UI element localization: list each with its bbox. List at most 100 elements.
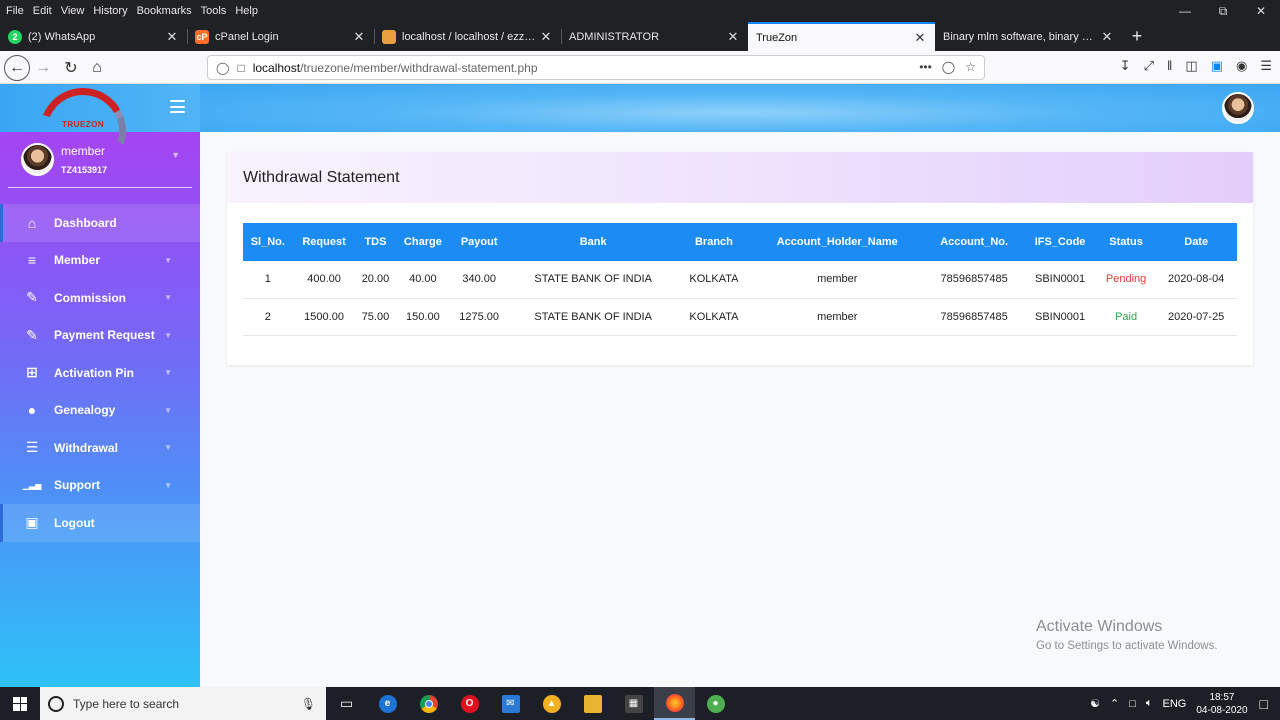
- menu-tools[interactable]: Tools: [201, 5, 227, 17]
- chevron-up-icon[interactable]: ⌃: [1110, 697, 1119, 710]
- close-icon[interactable]: ✕: [1100, 29, 1114, 45]
- sidebar-item-withdrawal[interactable]: ☰ Withdrawal ▼: [0, 429, 200, 467]
- sidebar-item-commission[interactable]: ✎ Commission ▼: [0, 279, 200, 317]
- download-icon[interactable]: ↧: [1120, 58, 1131, 74]
- expand-icon[interactable]: ⤢: [1144, 58, 1154, 74]
- more-actions-icon[interactable]: •••: [919, 60, 932, 74]
- column-header[interactable]: Request: [293, 223, 356, 261]
- chevron-down-icon: ▼: [171, 150, 180, 160]
- reload-button[interactable]: ↻: [58, 55, 84, 81]
- task-view-icon[interactable]: ▭: [326, 687, 367, 720]
- column-header[interactable]: Charge: [395, 223, 450, 261]
- microphone-icon[interactable]: 🎙︎: [301, 697, 316, 711]
- start-button[interactable]: [0, 687, 40, 720]
- clock-date: 04-08-2020: [1196, 704, 1248, 716]
- taskbar-search[interactable]: Type here to search 🎙︎: [40, 687, 326, 720]
- pocket-icon[interactable]: ◯: [942, 60, 955, 74]
- address-bar[interactable]: ◯ □ localhost/truezone/member/withdrawal…: [207, 55, 985, 80]
- sidebar-item-support[interactable]: ▁▃▅ Support ▼: [0, 467, 200, 505]
- browser-menubar: File Edit View History Bookmarks Tools Help: [0, 0, 1280, 22]
- network-icon[interactable]: □: [1129, 698, 1136, 710]
- column-header[interactable]: Sl_No.: [243, 223, 293, 261]
- restore-button[interactable]: ⧉: [1204, 0, 1242, 22]
- column-header[interactable]: Account_Holder_Name: [750, 223, 925, 261]
- sidebar-item-activation-pin[interactable]: ⊞ Activation Pin ▼: [0, 354, 200, 392]
- library-icon[interactable]: ‖: [1167, 58, 1172, 74]
- column-header[interactable]: IFS_Code: [1023, 223, 1097, 261]
- close-icon[interactable]: ✕: [352, 29, 366, 45]
- close-icon[interactable]: ✕: [913, 30, 927, 46]
- header-avatar[interactable]: [1222, 92, 1254, 124]
- close-icon[interactable]: ✕: [165, 29, 179, 45]
- app-icon[interactable]: ▲: [531, 687, 572, 720]
- sidebar-toggle-icon[interactable]: ◫: [1185, 58, 1197, 74]
- close-window-button[interactable]: ✕: [1242, 0, 1280, 22]
- browser-tab[interactable]: ADMINISTRATOR ✕: [561, 22, 748, 51]
- table-cell: KOLKATA: [689, 310, 739, 323]
- home-icon[interactable]: ⌂: [84, 55, 110, 81]
- avatar: [21, 143, 54, 176]
- edge-icon[interactable]: e: [367, 687, 408, 720]
- home-icon: ⌂: [27, 214, 37, 231]
- menu-help[interactable]: Help: [235, 5, 258, 17]
- sidebar-item-dashboard[interactable]: ⌂ Dashboard: [0, 204, 200, 242]
- menu-bookmarks[interactable]: Bookmarks: [137, 5, 192, 17]
- table-cell: 150.00: [406, 310, 440, 323]
- menu-icon[interactable]: ☰: [1260, 58, 1272, 74]
- sidebar-item-genealogy[interactable]: ● Genealogy ▼: [0, 392, 200, 430]
- table-cell: SBIN0001: [1034, 310, 1086, 323]
- browser-tab[interactable]: TrueZon ✕: [748, 22, 935, 51]
- store-icon[interactable]: ▦: [613, 687, 654, 720]
- main-content: Withdrawal Statement Sl_No. Request TDS Cha…: [200, 132, 1280, 687]
- tab-title: TrueZon: [756, 31, 798, 44]
- forward-button[interactable]: →: [30, 55, 56, 81]
- column-header[interactable]: Bank: [508, 223, 678, 261]
- browser-tab[interactable]: cP cPanel Login ✕: [187, 22, 374, 51]
- language-indicator[interactable]: ENG: [1163, 698, 1187, 710]
- whatsapp-icon[interactable]: ●: [695, 687, 736, 720]
- close-icon[interactable]: ✕: [726, 29, 740, 45]
- sidebar-item-payment-request[interactable]: ✎ Payment Request ▼: [0, 317, 200, 355]
- back-button[interactable]: ←: [4, 55, 30, 81]
- menu-view[interactable]: View: [61, 5, 85, 17]
- tab-title: ADMINISTRATOR: [569, 30, 660, 43]
- opera-icon[interactable]: O: [449, 687, 490, 720]
- sidebar-item-member[interactable]: ≡ Member ▼: [0, 242, 200, 280]
- column-header[interactable]: Date: [1155, 223, 1237, 261]
- browser-tab[interactable]: localhost / localhost / ezzyeam ✕: [374, 22, 561, 51]
- menu-file[interactable]: File: [6, 5, 24, 17]
- column-header[interactable]: Branch: [678, 223, 749, 261]
- column-header[interactable]: Status: [1097, 223, 1156, 261]
- chrome-icon[interactable]: [408, 687, 449, 720]
- menu-history[interactable]: History: [93, 5, 127, 17]
- file-explorer-icon[interactable]: [572, 687, 613, 720]
- table-cell: 1500.00: [304, 310, 344, 323]
- column-header[interactable]: Payout: [450, 223, 508, 261]
- account-icon[interactable]: ◉: [1236, 58, 1247, 74]
- table-cell: 75.00: [361, 310, 390, 323]
- bookmark-star-icon[interactable]: ☆: [965, 60, 976, 74]
- notification-icon[interactable]: □: [1260, 696, 1268, 712]
- table-row: 2 1500.00 75.00 150.00 1275.00 STATE BANK OF …: [243, 298, 1237, 335]
- hamburger-icon[interactable]: [170, 100, 185, 113]
- column-header[interactable]: Account_No.: [925, 223, 1023, 261]
- menu-edit[interactable]: Edit: [33, 5, 52, 17]
- sidebar-item-logout[interactable]: ▣ Logout: [0, 504, 200, 542]
- clock[interactable]: 18:57 04-08-2020: [1196, 691, 1247, 717]
- people-icon[interactable]: ☯: [1090, 697, 1100, 710]
- browser-tab[interactable]: 2 (2) WhatsApp ✕: [0, 22, 187, 51]
- minimize-button[interactable]: —: [1166, 0, 1204, 22]
- new-tab-button[interactable]: +: [1122, 22, 1152, 51]
- column-header[interactable]: TDS: [356, 223, 396, 261]
- user-profile[interactable]: member TZ4153917 ▼: [8, 132, 192, 188]
- top-header: [200, 84, 1280, 132]
- volume-icon[interactable]: 🔈︎: [1146, 697, 1153, 710]
- browser-tab[interactable]: Binary mlm software, binary mlm so ✕: [935, 22, 1122, 51]
- page-title: Withdrawal Statement: [227, 152, 1253, 203]
- screenshot-icon[interactable]: ▣: [1211, 58, 1223, 74]
- mail-icon[interactable]: ✉: [490, 687, 531, 720]
- activation-watermark: Activate Windows Go to Settings to activ…: [1036, 618, 1218, 652]
- close-icon[interactable]: ✕: [539, 29, 553, 45]
- firefox-icon[interactable]: [654, 687, 695, 720]
- table-cell: 78596857485: [940, 273, 1008, 286]
